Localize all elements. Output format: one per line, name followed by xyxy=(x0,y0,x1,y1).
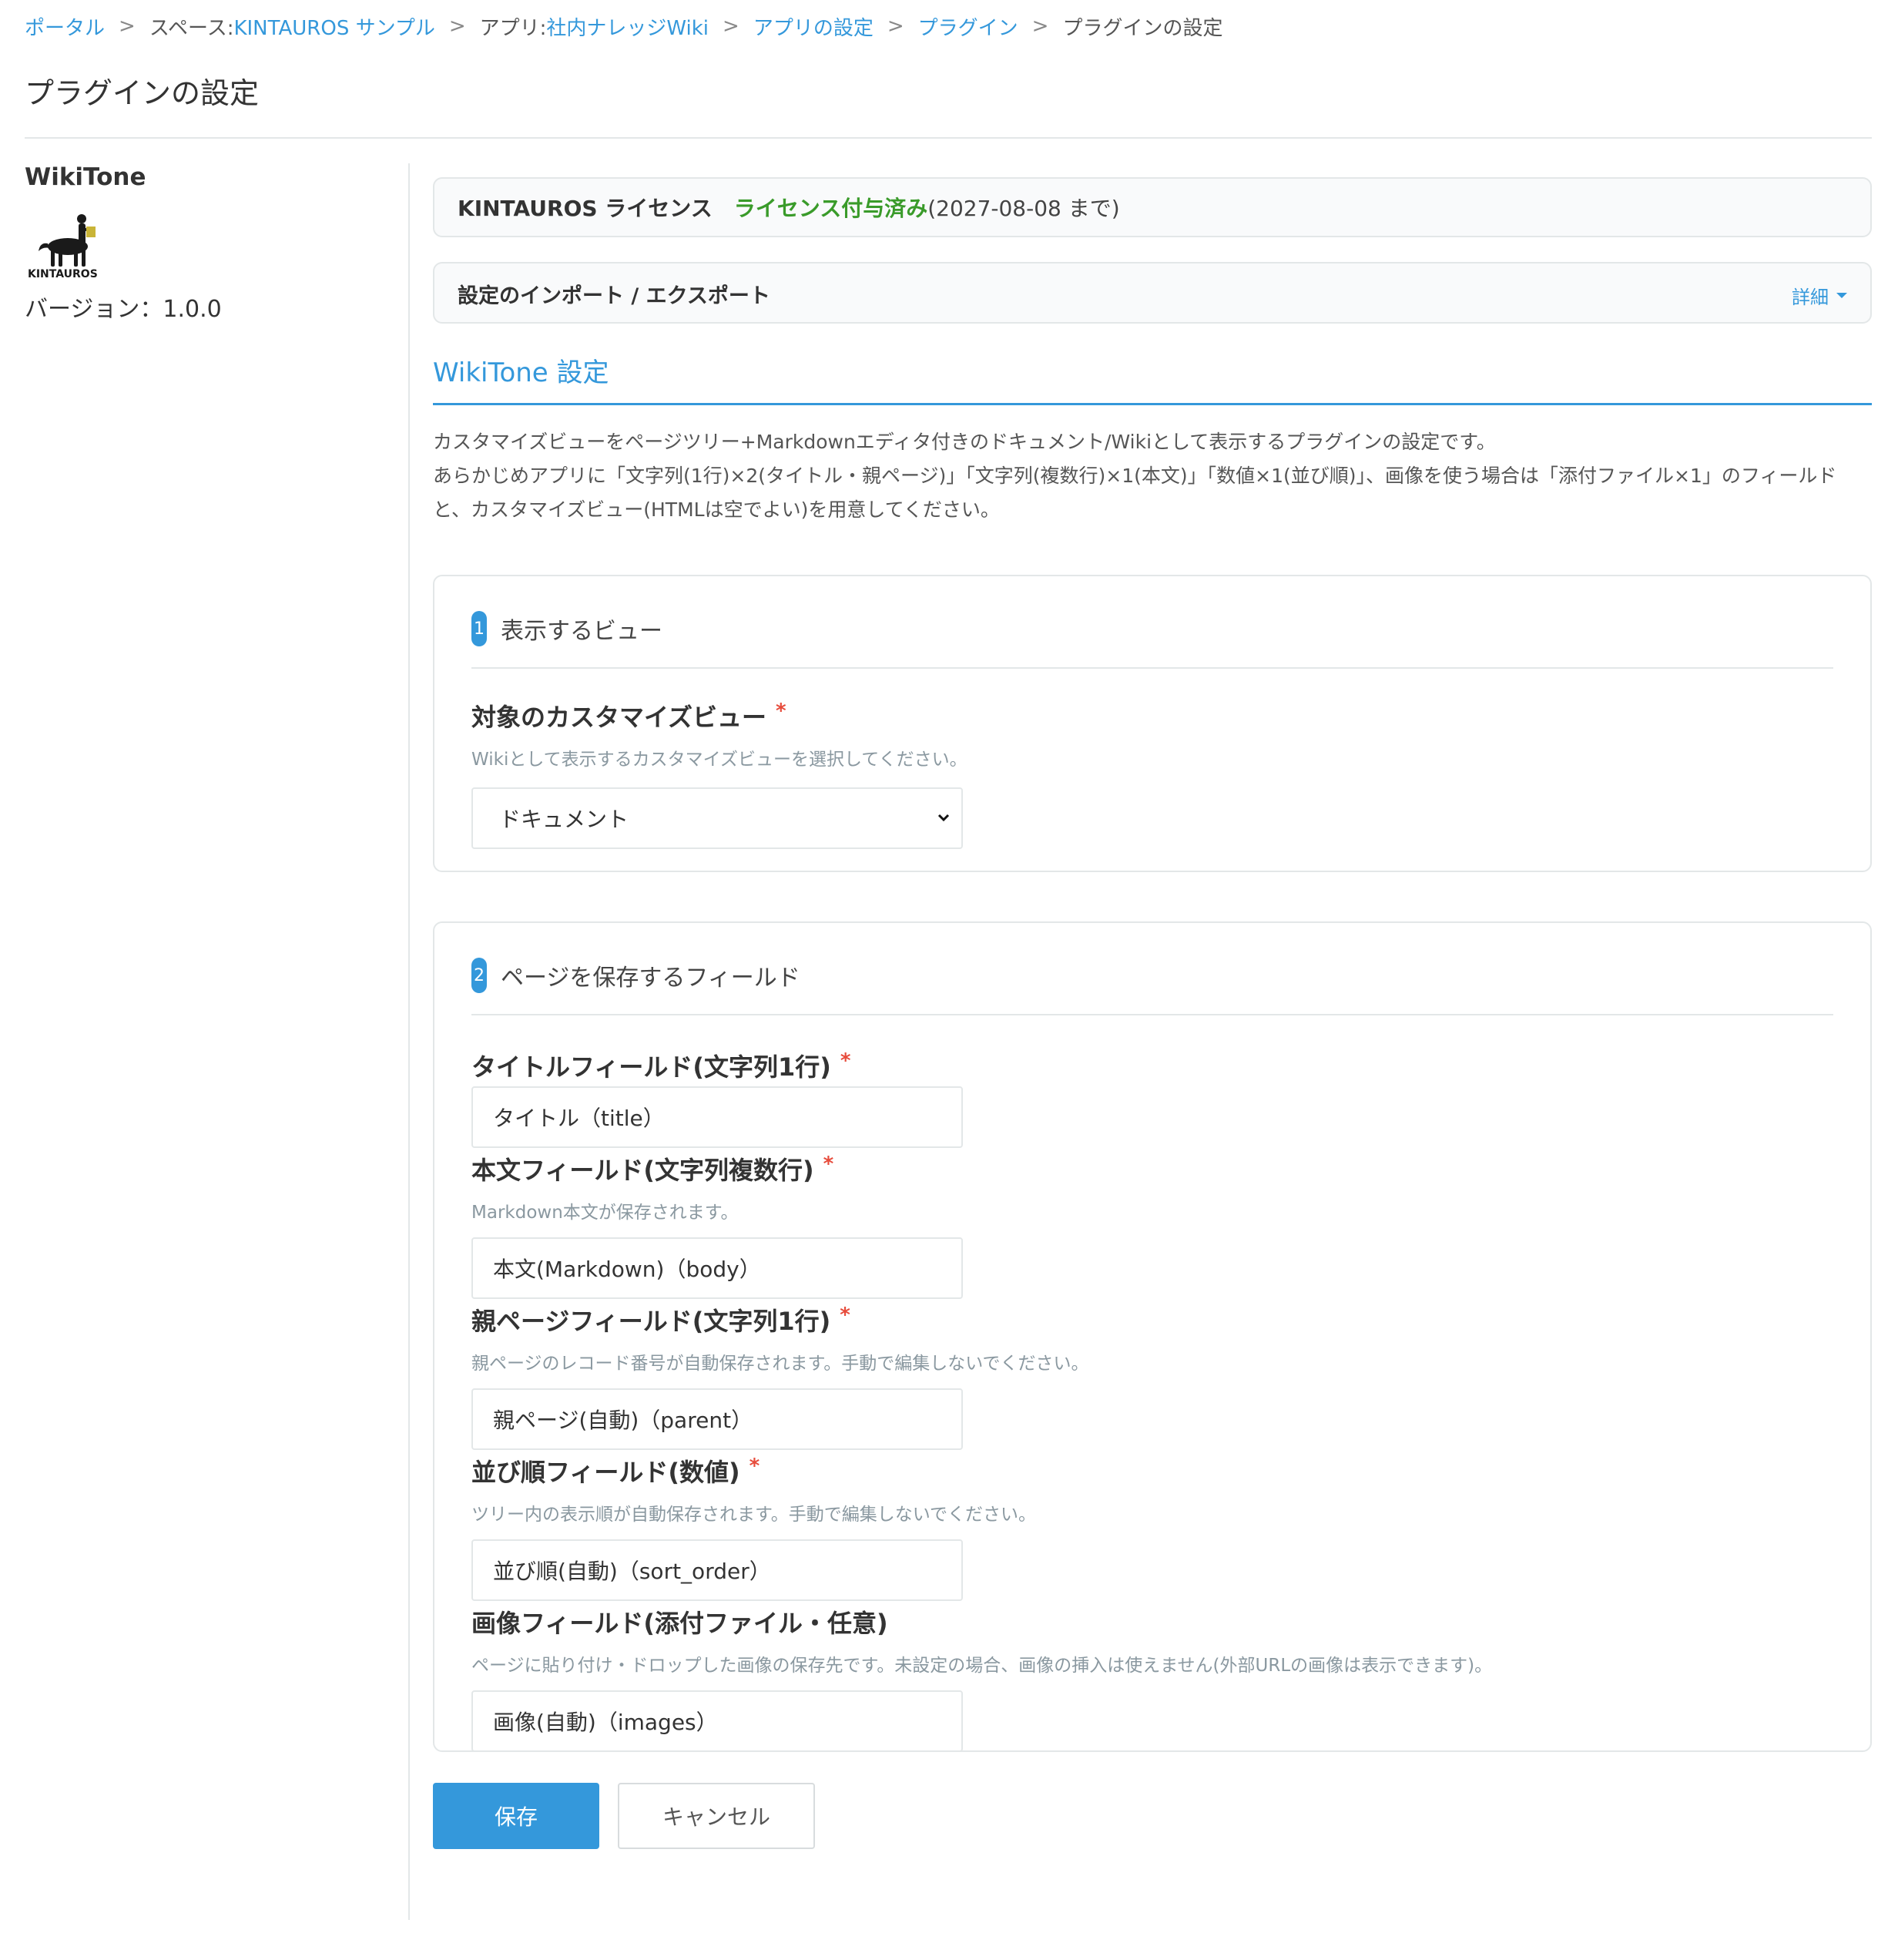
order-field-hint: ツリー内の表示順が自動保存されます。手動で編集しないでください。 xyxy=(471,1505,1037,1525)
import-export-detail-toggle[interactable]: 詳細 xyxy=(1792,282,1847,309)
caret-down-icon xyxy=(1836,293,1847,298)
parent-field-label: 親ページフィールド(文字列1行) xyxy=(471,1307,831,1336)
form-actions: 保存 キャンセル xyxy=(433,1783,1872,1849)
logo-wordmark: KINTAUROS xyxy=(28,268,98,280)
required-mark: * xyxy=(776,700,786,723)
view-select[interactable]: ドキュメント xyxy=(471,787,963,849)
plugin-settings-page: ポータル > スペース: KINTAUROS サンプル > アプリ: 社内ナレッ… xyxy=(0,0,1898,1960)
breadcrumb-app-prefix: アプリ: xyxy=(479,16,547,40)
image-field-label: 画像フィールド(添付ファイル・任意) xyxy=(471,1609,888,1638)
import-export-label: 設定のインポート / エクスポート xyxy=(458,284,770,308)
breadcrumb: ポータル > スペース: KINTAUROS サンプル > アプリ: 社内ナレッ… xyxy=(25,11,1222,42)
breadcrumb-separator: > xyxy=(119,15,136,38)
field-label: 画像フィールド(添付ファイル・任意) xyxy=(471,1604,1833,1639)
license-label: KINTAUROS ライセンス xyxy=(458,196,713,221)
section-divider xyxy=(471,1014,1833,1015)
breadcrumb-space-link[interactable]: KINTAUROS サンプル xyxy=(233,12,434,41)
view-select-label: 対象のカスタマイズビュー xyxy=(471,703,767,732)
description-line: カスタマイズビューをページツリー+Markdownエディタ付きのドキュメント/W… xyxy=(433,431,1496,453)
save-button[interactable]: 保存 xyxy=(433,1783,599,1849)
section-title: ページを保存するフィールド xyxy=(501,965,800,992)
view-select-hint: Wikiとして表示するカスタマイズビューを選択してください。 xyxy=(471,750,967,770)
field-label: 本文フィールド(文字列複数行) * xyxy=(471,1151,1833,1186)
section-divider xyxy=(471,667,1833,669)
title-field-select[interactable]: タイトル（title） xyxy=(471,1086,963,1148)
breadcrumb-separator: > xyxy=(887,15,904,38)
order-field-select[interactable]: 並び順(自動)（sort_order） xyxy=(471,1539,963,1601)
detail-link-label: 詳細 xyxy=(1792,287,1829,308)
required-mark: * xyxy=(840,1304,850,1327)
field-label: 並び順フィールド(数値) * xyxy=(471,1453,1833,1488)
chevron-down-icon xyxy=(937,814,950,822)
breadcrumb-app-link[interactable]: 社内ナレッジWiki xyxy=(546,12,709,41)
parent-field-group: 親ページフィールド(文字列1行) * 親ページのレコード番号が自動保存されます。… xyxy=(471,1302,1833,1450)
plugin-name: WikiTone xyxy=(25,163,146,191)
title-field-label: タイトルフィールド(文字列1行) xyxy=(471,1052,831,1082)
description-line: と、カスタマイズビュー(HTMLは空でよい)を用意してください。 xyxy=(433,498,1000,521)
breadcrumb-space-prefix: スペース: xyxy=(149,16,234,40)
license-panel: KINTAUROS ライセンス ライセンス付与済み (2027-08-08 まで… xyxy=(433,177,1872,237)
parent-field-select[interactable]: 親ページ(自動)（parent） xyxy=(471,1388,963,1450)
body-field-label: 本文フィールド(文字列複数行) xyxy=(471,1156,814,1185)
section-header: 2 ページを保存するフィールド xyxy=(471,954,1833,997)
view-select-value: ドキュメント xyxy=(499,807,629,832)
image-field-group: 画像フィールド(添付ファイル・任意) ページに貼り付け・ドロップした画像の保存先… xyxy=(471,1604,1833,1752)
field-label: タイトルフィールド(文字列1行) * xyxy=(471,1048,1833,1083)
body-field-hint: Markdown本文が保存されます。 xyxy=(471,1203,739,1223)
breadcrumb-app-settings-link[interactable]: アプリの設定 xyxy=(753,12,874,41)
breadcrumb-portal-link[interactable]: ポータル xyxy=(25,12,105,41)
breadcrumb-plugins-link[interactable]: プラグイン xyxy=(918,12,1018,41)
parent-field-hint: 親ページのレコード番号が自動保存されます。手動で編集しないでください。 xyxy=(471,1354,1089,1374)
plugin-info-sidebar: WikiTone KINTAUROS バージョン：1.0.0 xyxy=(25,163,379,324)
page-title: プラグインの設定 xyxy=(25,76,260,110)
required-mark: * xyxy=(840,1049,851,1072)
required-mark: * xyxy=(823,1153,834,1176)
body-field-group: 本文フィールド(文字列複数行) * Markdown本文が保存されます。 本文(… xyxy=(471,1151,1833,1299)
body-field-select[interactable]: 本文(Markdown)（body） xyxy=(471,1237,963,1299)
required-mark: * xyxy=(749,1455,760,1478)
import-export-panel: 設定のインポート / エクスポート 詳細 xyxy=(433,262,1872,324)
kintauros-logo: KINTAUROS xyxy=(28,214,98,280)
plugin-version: バージョン：1.0.0 xyxy=(25,296,222,323)
license-expiry: (2027-08-08 まで) xyxy=(927,196,1120,221)
section-header: 1 表示するビュー xyxy=(471,607,1833,650)
breadcrumb-separator: > xyxy=(1031,15,1049,38)
section-title: 表示するビュー xyxy=(501,618,662,645)
step-number-badge: 2 xyxy=(471,958,487,993)
field-settings-card: 2 ページを保存するフィールド タイトルフィールド(文字列1行) * タイトル（… xyxy=(433,921,1872,1752)
breadcrumb-separator: > xyxy=(723,15,739,38)
breadcrumb-current: プラグインの設定 xyxy=(1062,16,1223,40)
license-status: ライセンス付与済み xyxy=(733,196,928,221)
settings-description: カスタマイズビューをページツリー+Markdownエディタ付きのドキュメント/W… xyxy=(433,425,1872,527)
title-field-group: タイトルフィールド(文字列1行) * タイトル（title） xyxy=(471,1048,1833,1148)
order-field-group: 並び順フィールド(数値) * ツリー内の表示順が自動保存されます。手動で編集しな… xyxy=(471,1453,1833,1601)
step-number-badge: 1 xyxy=(471,611,487,646)
view-settings-card: 1 表示するビュー 対象のカスタマイズビュー * Wikiとして表示するカスタマ… xyxy=(433,575,1872,872)
order-field-label: 並び順フィールド(数値) xyxy=(471,1458,740,1487)
description-line: あらかじめアプリに「文字列(1行)×2(タイトル・親ページ)」「文字列(複数行)… xyxy=(433,465,1837,487)
image-field-select[interactable]: 画像(自動)（images） xyxy=(471,1690,963,1752)
field-label: 対象のカスタマイズビュー * xyxy=(471,698,1833,733)
sidebar-divider xyxy=(408,163,410,1920)
image-field-hint: ページに貼り付け・ドロップした画像の保存先です。未設定の場合、画像の挿入は使えま… xyxy=(471,1656,1493,1676)
field-label: 親ページフィールド(文字列1行) * xyxy=(471,1302,1833,1337)
settings-heading: WikiTone 設定 xyxy=(433,351,1872,405)
cancel-button[interactable]: キャンセル xyxy=(618,1783,815,1849)
breadcrumb-separator: > xyxy=(448,15,466,38)
header-divider xyxy=(25,137,1872,139)
settings-main: KINTAUROS ライセンス ライセンス付与済み (2027-08-08 まで… xyxy=(433,177,1872,1849)
